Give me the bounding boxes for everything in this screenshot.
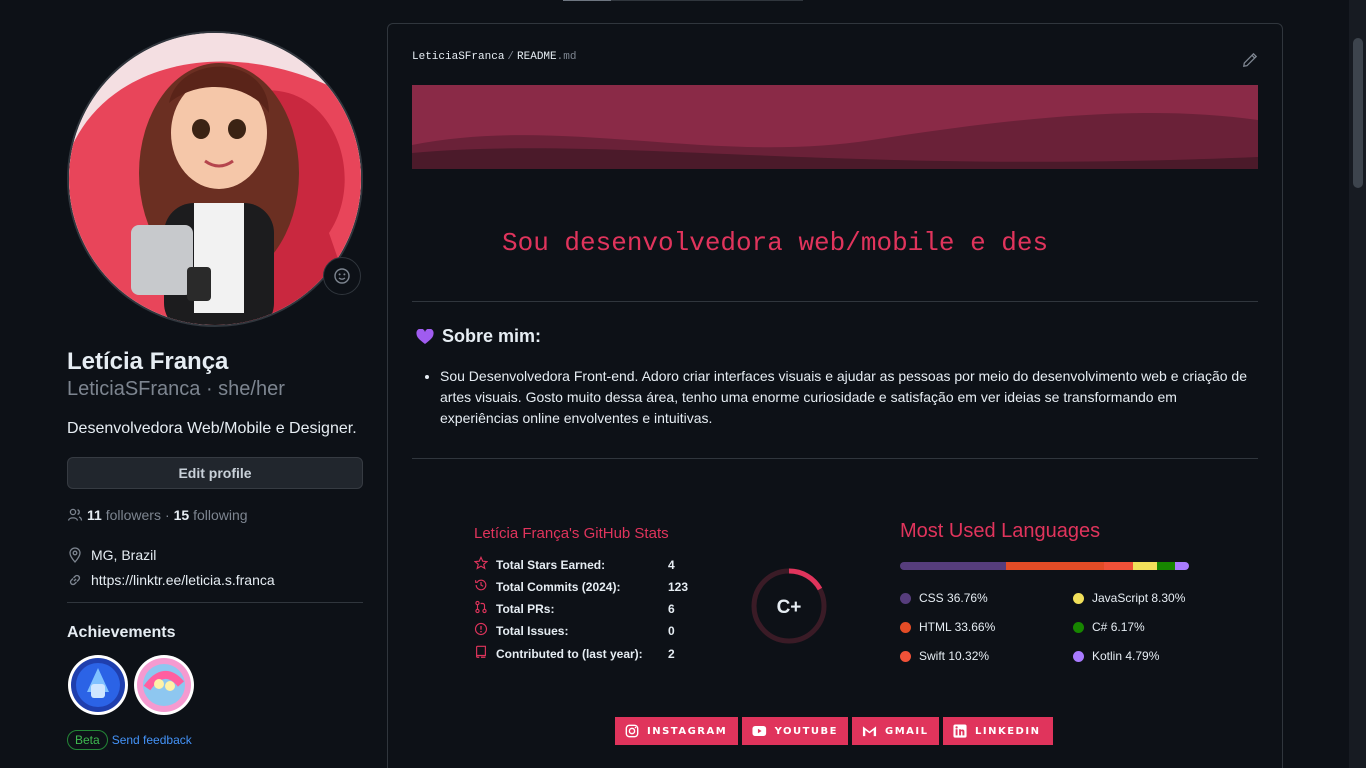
youtube-icon	[752, 725, 767, 737]
stats-title: Letícia França's GitHub Stats	[474, 525, 669, 542]
profile-sidebar: Letícia França LeticiaSFranca · she/her …	[67, 31, 363, 750]
history-icon	[475, 579, 487, 591]
typing-headline: Sou desenvolvedora web/mobile e des	[502, 228, 1049, 258]
stat-row-stars: Total Stars Earned: 4	[473, 555, 675, 573]
lang-item-swift: Swift 10.32%	[900, 649, 989, 663]
instagram-icon	[625, 724, 639, 738]
smiley-icon	[334, 268, 350, 284]
pencil-icon	[1243, 52, 1258, 67]
location-row: MG, Brazil	[67, 545, 363, 565]
lang-item-javascript: JavaScript 8.30%	[1073, 591, 1185, 605]
readme-breadcrumb: LeticiaSFranca / README.md	[412, 51, 577, 63]
link-row[interactable]: https://linktr.ee/leticia.s.franca	[67, 570, 363, 590]
languages-title: Most Used Languages	[900, 520, 1101, 542]
edit-profile-button[interactable]: Edit profile	[67, 457, 363, 489]
lang-dot	[1073, 650, 1084, 662]
linkedin-button[interactable]: LINKEDIN	[943, 717, 1053, 745]
pull-request-icon	[475, 600, 487, 614]
linkedin-icon	[953, 724, 967, 738]
profile-login: LeticiaSFranca · she/her	[67, 378, 285, 400]
edit-readme-button[interactable]	[1242, 52, 1258, 73]
youtube-button[interactable]: YOUTUBE	[742, 717, 848, 745]
stat-row-commits: Total Commits (2024): 123	[474, 578, 688, 595]
lang-item-kotlin: Kotlin 4.79%	[1073, 649, 1159, 663]
lang-dot	[1073, 621, 1084, 633]
lang-item-css: CSS 36.76%	[900, 591, 988, 605]
stat-row-prs: Total PRs: 6	[474, 600, 675, 617]
stat-row-issues: Total Issues: 0	[474, 622, 675, 639]
lang-bar-segment	[1103, 562, 1134, 570]
lang-dot	[900, 621, 911, 633]
readme-panel: LeticiaSFranca / README.md Sou desenvolved…	[387, 23, 1283, 768]
gmail-button[interactable]: GMAIL	[852, 717, 939, 745]
repo-icon	[476, 645, 486, 658]
divider	[412, 301, 1258, 302]
star-icon	[473, 555, 489, 570]
social-links: INSTAGRAM YOUTUBE GMAIL LINKEDIN	[615, 717, 1053, 745]
readme-file-name: README	[517, 51, 557, 63]
location-text: MG, Brazil	[91, 547, 157, 563]
gmail-icon	[862, 726, 877, 737]
people-icon	[67, 508, 83, 521]
profile-name: Letícia França	[67, 348, 229, 375]
achievements-title: Achievements	[67, 624, 176, 641]
stat-row-contributed: Contributed to (last year): 2	[474, 645, 675, 662]
lang-item-html: HTML 33.66%	[900, 620, 995, 634]
lang-bar-segment	[1133, 562, 1158, 570]
achievements-list	[67, 654, 363, 716]
website-link[interactable]: https://linktr.ee/leticia.s.franca	[91, 572, 275, 588]
header-wave-banner	[412, 85, 1258, 169]
instagram-button[interactable]: INSTAGRAM	[615, 717, 738, 745]
tab-underline	[563, 0, 803, 1]
purple-heart-icon	[416, 328, 434, 344]
location-icon	[69, 547, 81, 563]
rank-ring: C+	[751, 568, 827, 644]
scrollbar-thumb[interactable]	[1353, 38, 1363, 188]
lang-dot	[900, 592, 911, 604]
achievement-badge-shark[interactable]	[67, 654, 129, 716]
lang-bar-segment	[900, 562, 1007, 570]
issue-icon	[474, 622, 488, 636]
lang-bar-segment	[1006, 562, 1104, 570]
divider	[67, 602, 363, 603]
achievement-badge-yolo[interactable]	[133, 654, 195, 716]
page-scrollbar[interactable]	[1349, 0, 1366, 768]
following-link[interactable]: 15 following	[174, 507, 248, 523]
beta-badge: Beta	[67, 730, 108, 750]
lang-item-csharp: C# 6.17%	[1073, 620, 1145, 634]
profile-bio: Desenvolvedora Web/Mobile e Designer.	[67, 420, 357, 437]
followers-link[interactable]: 11 followers	[87, 507, 161, 523]
send-feedback-link[interactable]: Send feedback	[112, 733, 192, 747]
about-paragraph: Sou Desenvolvedora Front-end. Adoro cria…	[440, 366, 1250, 429]
avatar[interactable]	[67, 31, 363, 327]
link-icon	[69, 574, 81, 586]
lang-bar-segment	[1157, 562, 1176, 570]
languages-bar	[900, 562, 1189, 570]
about-heading: Sobre mim:	[416, 326, 541, 347]
about-list: Sou Desenvolvedora Front-end. Adoro cria…	[440, 366, 1250, 429]
follow-stats: 11 followers · 15 following	[67, 505, 363, 525]
set-status-button[interactable]	[323, 257, 361, 295]
rank-label: C+	[777, 597, 802, 618]
lang-dot	[900, 650, 911, 662]
lang-dot	[1073, 592, 1084, 604]
divider	[412, 458, 1258, 459]
readme-owner-link[interactable]: LeticiaSFranca	[412, 51, 504, 63]
lang-bar-segment	[1175, 562, 1189, 570]
